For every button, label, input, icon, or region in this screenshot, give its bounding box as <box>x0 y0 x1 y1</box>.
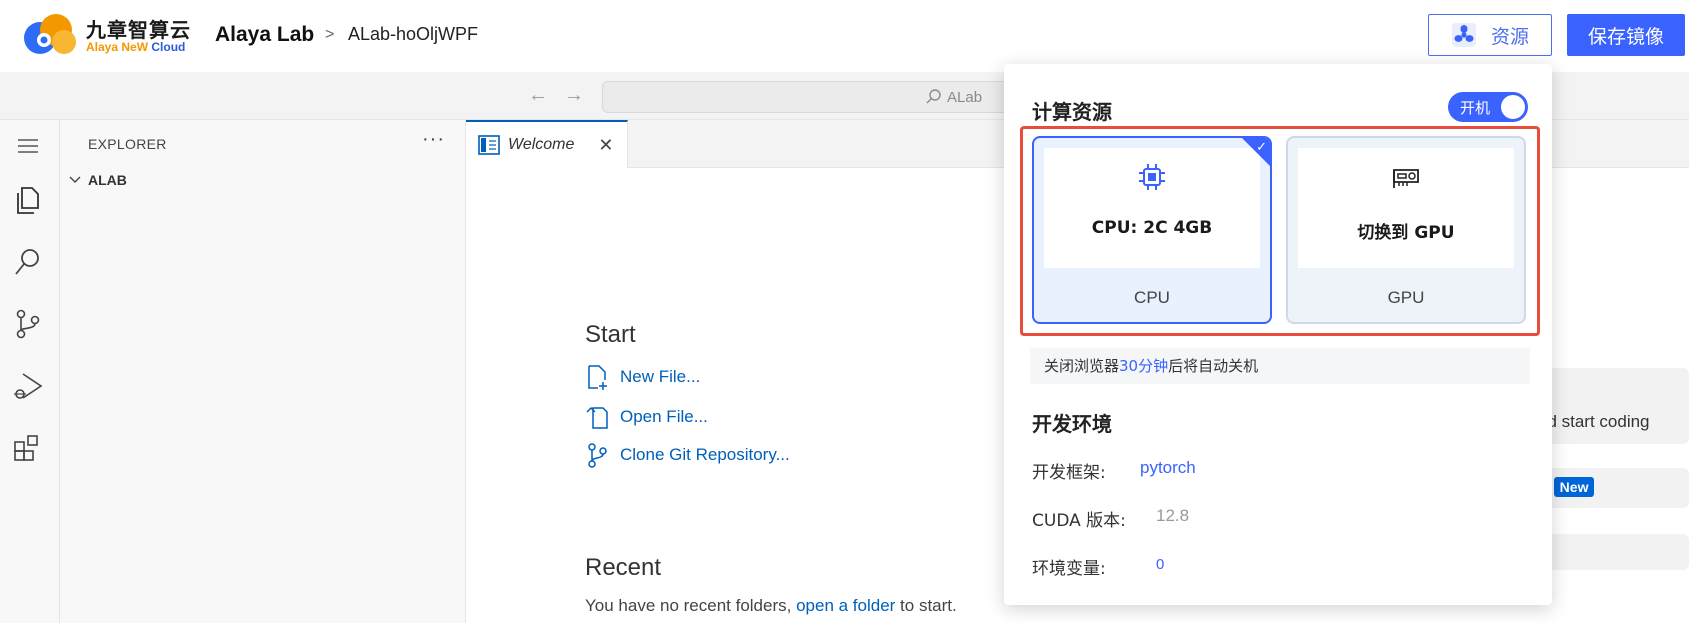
search-icon <box>926 89 941 104</box>
cpu-option-card[interactable]: CPU: 2C 4GB CPU ✓ <box>1032 136 1272 324</box>
close-icon[interactable]: ✕ <box>598 135 613 156</box>
command-center-label: ALab <box>925 88 982 106</box>
extensions-icon[interactable] <box>10 430 46 466</box>
clone-repo-link[interactable]: Clone Git Repository... <box>584 442 790 468</box>
open-file-icon <box>586 406 608 429</box>
git-branch-icon <box>588 443 607 468</box>
power-toggle[interactable]: 开机 <box>1448 92 1528 122</box>
framework-label: 开发框架: <box>1032 463 1106 483</box>
logo-en-part1: Alaya <box>86 40 122 54</box>
recent-message: You have no recent folders, open a folde… <box>585 596 957 616</box>
workspace-name: ALab-hoOljWPF <box>348 24 479 44</box>
envvar-value[interactable]: 0 <box>1156 556 1164 573</box>
chevron-down-icon <box>69 176 81 183</box>
cuda-value: 12.8 <box>1156 506 1190 525</box>
menu-icon[interactable] <box>10 128 46 164</box>
search-icon[interactable] <box>10 244 46 280</box>
activity-bar <box>0 120 60 623</box>
logo-text-en: Alaya NeW Cloud <box>86 40 185 54</box>
tab-label: Welcome <box>508 136 575 153</box>
new-file-label: New File... <box>620 367 701 386</box>
gpu-card-title: 切换到 GPU <box>1357 223 1455 243</box>
gpu-card-footer: GPU <box>1387 288 1425 307</box>
walkthrough-card-2[interactable]: tNew <box>1530 468 1689 508</box>
cpu-card-title: CPU: 2C 4GB <box>1091 218 1213 238</box>
recent-suffix: to start. <box>895 596 957 615</box>
more-actions-icon[interactable]: ··· <box>422 128 445 151</box>
recent-heading: Recent <box>585 554 662 581</box>
envvar-label: 环境变量: <box>1032 559 1106 579</box>
save-image-button[interactable]: 保存镜像 <box>1567 14 1685 56</box>
cpu-card-footer: CPU <box>1134 288 1170 307</box>
alaya-logo-icon[interactable] <box>22 12 80 56</box>
walkthrough-1-desc: nd start coding <box>1538 412 1650 431</box>
command-center-text: ALab <box>947 88 983 106</box>
explorer-panel: EXPLORER ··· ALAB <box>60 120 466 623</box>
app-header: 九章智算云 Alaya NeW Cloud Alaya Lab > ALab-h… <box>0 0 1689 72</box>
notice-prefix: 关闭浏览器 <box>1044 357 1120 375</box>
compute-resource-heading: 计算资源 <box>1032 100 1112 124</box>
open-folder-link[interactable]: open a folder <box>796 596 895 615</box>
cuda-label: CUDA 版本: <box>1032 511 1126 531</box>
recent-prefix: You have no recent folders, <box>585 596 797 615</box>
fan-icon <box>1451 23 1476 47</box>
gpu-card-inner: 切换到 GPU <box>1298 148 1514 268</box>
open-file-link[interactable]: Open File... <box>584 404 708 430</box>
new-badge: New <box>1553 477 1595 497</box>
welcome-book-icon <box>478 135 500 155</box>
source-control-icon[interactable] <box>10 306 46 342</box>
logo-en-part3: Cloud <box>148 40 186 54</box>
gpu-card-icon <box>1393 169 1419 188</box>
power-toggle-label: 开机 <box>1460 98 1491 117</box>
open-file-label: Open File... <box>620 407 708 426</box>
app-title[interactable]: Alaya Lab <box>215 23 314 47</box>
logo-en-part2: NeW <box>121 40 149 54</box>
new-file-icon <box>588 365 607 390</box>
tree-root-folder[interactable]: ALAB <box>68 172 127 188</box>
cpu-card-inner: CPU: 2C 4GB <box>1044 148 1260 268</box>
notice-highlight: 30分钟 <box>1119 357 1169 375</box>
explorer-title: EXPLORER <box>88 136 167 152</box>
notice-suffix: 后将自动关机 <box>1168 357 1259 375</box>
walkthrough-card-1[interactable]: o nd start coding <box>1530 368 1689 444</box>
files-icon[interactable] <box>10 182 46 218</box>
resource-popup: 计算资源 开机 CPU: 2C 4GB CPU ✓ 切换到 GPU GPU 关闭… <box>1004 64 1552 605</box>
back-arrow-icon[interactable]: ← <box>528 84 548 107</box>
start-heading: Start <box>585 321 636 348</box>
breadcrumb-separator: > <box>325 26 335 43</box>
dev-env-heading: 开发环境 <box>1032 412 1112 436</box>
toggle-knob <box>1501 95 1525 119</box>
framework-value[interactable]: pytorch <box>1140 458 1196 478</box>
run-debug-icon[interactable] <box>10 368 46 404</box>
auto-shutdown-notice: 关闭浏览器30分钟后将自动关机 <box>1030 348 1530 384</box>
resource-button[interactable]: 资源 <box>1428 14 1552 56</box>
resource-button-label: 资源 <box>1490 25 1529 48</box>
cpu-chip-icon <box>1139 164 1165 190</box>
forward-arrow-icon[interactable]: → <box>564 84 584 107</box>
logo-text-cn: 九章智算云 <box>86 18 191 42</box>
command-center-search[interactable]: ALab <box>602 81 1022 113</box>
clone-repo-label: Clone Git Repository... <box>620 445 790 464</box>
new-file-link[interactable]: New File... <box>584 364 700 390</box>
tab-welcome[interactable]: Welcome ✕ <box>466 120 628 168</box>
check-icon: ✓ <box>1256 139 1267 154</box>
walkthrough-card-3[interactable] <box>1530 534 1689 570</box>
tree-root-label: ALAB <box>88 172 127 188</box>
gpu-option-card[interactable]: 切换到 GPU GPU <box>1286 136 1526 324</box>
